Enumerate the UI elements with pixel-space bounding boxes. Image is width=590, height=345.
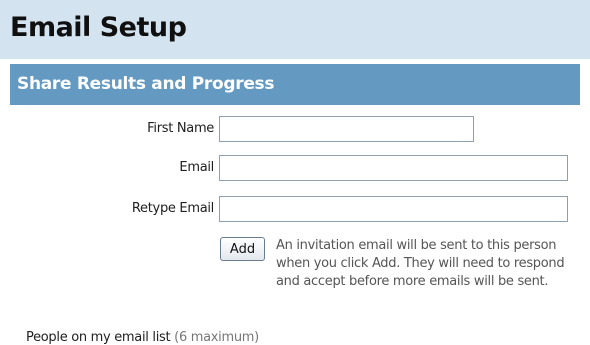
add-button[interactable]: Add (220, 237, 265, 261)
first-name-label: First Name (147, 121, 214, 136)
section-header: Share Results and Progress (10, 64, 580, 105)
email-list-limit-note: (6 maximum) (174, 330, 259, 345)
first-name-input[interactable] (219, 116, 474, 142)
email-input[interactable] (219, 155, 568, 181)
first-name-row: First Name (0, 115, 590, 145)
email-row: Email (0, 154, 590, 184)
email-list-heading: People on my email list (6 maximum) (26, 329, 259, 345)
retype-email-label: Retype Email (131, 201, 214, 216)
retype-email-input[interactable] (219, 196, 568, 222)
email-setup-page: Email Setup Share Results and Progress F… (0, 0, 590, 345)
invitation-help-text: An invitation email will be sent to this… (276, 238, 565, 289)
page-title: Email Setup (10, 12, 187, 43)
section-title: Share Results and Progress (17, 74, 275, 94)
email-list-heading-label: People on my email list (26, 330, 171, 345)
title-bar: Email Setup (0, 0, 590, 59)
email-label: Email (179, 160, 214, 175)
retype-email-row: Retype Email (0, 195, 590, 225)
